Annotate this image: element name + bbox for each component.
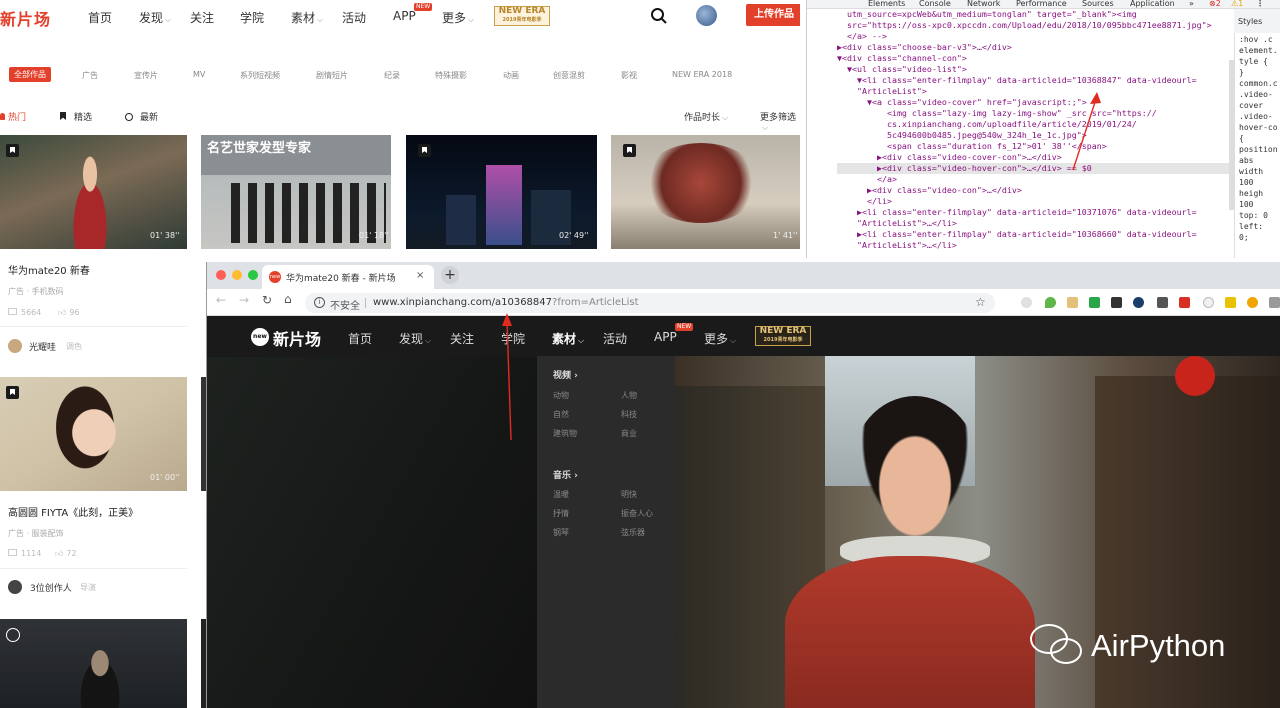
watermark-text: AirPython: [1091, 628, 1226, 663]
annotation-arrow-url: [506, 319, 512, 441]
annotation-arrows: [502, 92, 1101, 441]
wechat-bubble-small: [1050, 638, 1082, 664]
annotation-arrowhead: [1090, 92, 1101, 104]
annotation-arrow-articleid: [1072, 95, 1098, 171]
annotation-arrowhead: [502, 313, 512, 326]
wechat-icon: [1030, 624, 1084, 668]
